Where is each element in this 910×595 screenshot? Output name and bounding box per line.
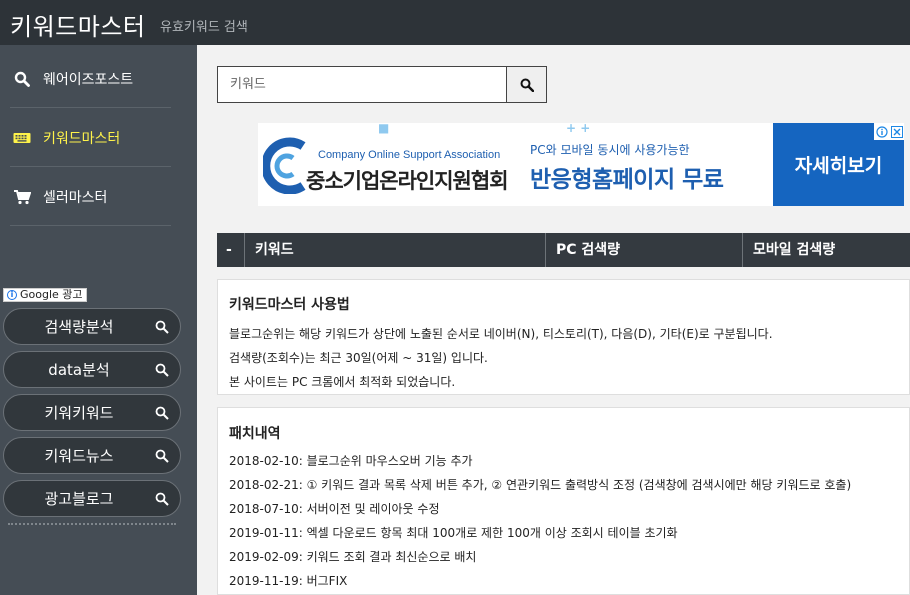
search-button[interactable]	[506, 66, 547, 103]
divider	[8, 523, 176, 525]
cart-icon	[12, 187, 32, 207]
usage-line: 검색량(조회수)는 최근 30일(어제 ~ 31일) 입니다.	[229, 351, 488, 365]
sidebar-item-sellermaster[interactable]: 셀러마스터	[10, 168, 171, 226]
patch-line: 2018-02-10: 블로그순위 마우스오버 기능 추가	[229, 454, 473, 468]
usage-title: 키워드마스터 사용법	[229, 297, 350, 313]
top-header: 키워드마스터 유효키워드 검색	[0, 0, 910, 45]
ad-choices[interactable]	[874, 123, 904, 140]
ad-link-button[interactable]: 키워키워드	[3, 394, 181, 431]
ad-link-button[interactable]: 검색량분석	[3, 308, 181, 345]
usage-line: 본 사이트는 PC 크롬에서 최적화 되었습니다.	[229, 375, 456, 389]
search-icon	[155, 406, 169, 420]
ad-link-button[interactable]: 키워드뉴스	[3, 437, 181, 474]
patch-line: 2019-11-19: 버그FIX	[229, 574, 348, 588]
keyword-table-header: - 키워드 PC 검색량 모바일 검색량	[217, 233, 910, 267]
usage-panel: 키워드마스터 사용법 블로그순위는 해당 키워드가 상단에 노출된 순서로 네이…	[217, 279, 910, 395]
ad-link-button[interactable]: data분석	[3, 351, 181, 388]
search-icon	[155, 320, 169, 334]
sidebar-item-whereispost[interactable]: 웨어이즈포스트	[10, 50, 171, 108]
patch-notes-panel: 패치내역 2018-02-10: 블로그순위 마우스오버 기능 추가 2018-…	[217, 407, 910, 595]
search-icon	[155, 363, 169, 377]
close-icon	[890, 125, 903, 138]
brand-title[interactable]: 키워드마스터	[10, 7, 145, 42]
info-icon: i	[7, 290, 17, 300]
search-icon	[155, 449, 169, 463]
sparkle-icon: + +	[566, 123, 591, 135]
search-icon	[155, 492, 169, 506]
org-korean-name: 중소기업온라인지원협회	[306, 169, 509, 193]
column-header-mobile-volume[interactable]: 모바일 검색량	[742, 233, 910, 267]
patch-line: 2019-02-09: 키워드 조회 결과 최신순으로 배치	[229, 550, 477, 564]
usage-line: 블로그순위는 해당 키워드가 상단에 노출된 순서로 네이버(N), 티스토리(…	[229, 327, 773, 341]
keyboard-icon	[12, 128, 32, 148]
sidebar-item-keywordmaster[interactable]: 키워드마스터	[10, 109, 171, 167]
search-icon	[520, 78, 534, 92]
column-header-pc-volume[interactable]: PC 검색량	[545, 233, 742, 267]
patch-title: 패치내역	[229, 426, 281, 442]
patch-line: 2018-02-21: ① 키워드 결과 목록 삭제 버튼 추가, ② 연관키워…	[229, 478, 852, 492]
column-header-keyword[interactable]: 키워드	[244, 233, 545, 267]
sparkle-icon: ■	[378, 123, 390, 135]
sidebar-item-label: 웨어이즈포스트	[43, 71, 134, 88]
google-ad-label[interactable]: i Google 광고	[3, 288, 87, 302]
column-header-select[interactable]: -	[217, 233, 244, 267]
banner-tagline: PC와 모바일 동시에 사용가능한	[530, 143, 690, 157]
banner-ad[interactable]: Company Online Support Association 중소기업온…	[258, 123, 904, 206]
search-icon	[12, 69, 32, 89]
sidebar-item-label: 셀러마스터	[43, 189, 108, 206]
banner-headline: 반응형홈페이지 무료	[530, 167, 724, 193]
info-icon	[875, 125, 888, 138]
org-english-name: Company Online Support Association	[318, 149, 501, 161]
sidebar-item-label: 키워드마스터	[43, 130, 121, 147]
patch-line: 2019-01-11: 엑셀 다운로드 항목 최대 100개로 제한 100개 …	[229, 526, 678, 540]
brand-subtitle: 유효키워드 검색	[160, 20, 248, 35]
ad-link-button[interactable]: 광고블로그	[3, 480, 181, 517]
keyword-search-input[interactable]	[217, 66, 507, 103]
sidebar: 웨어이즈포스트 키워드마스터 셀러마스터 i Google 광고 검색량분석 d…	[0, 45, 197, 595]
patch-line: 2018-07-10: 서버이전 및 레이아웃 수정	[229, 502, 440, 516]
